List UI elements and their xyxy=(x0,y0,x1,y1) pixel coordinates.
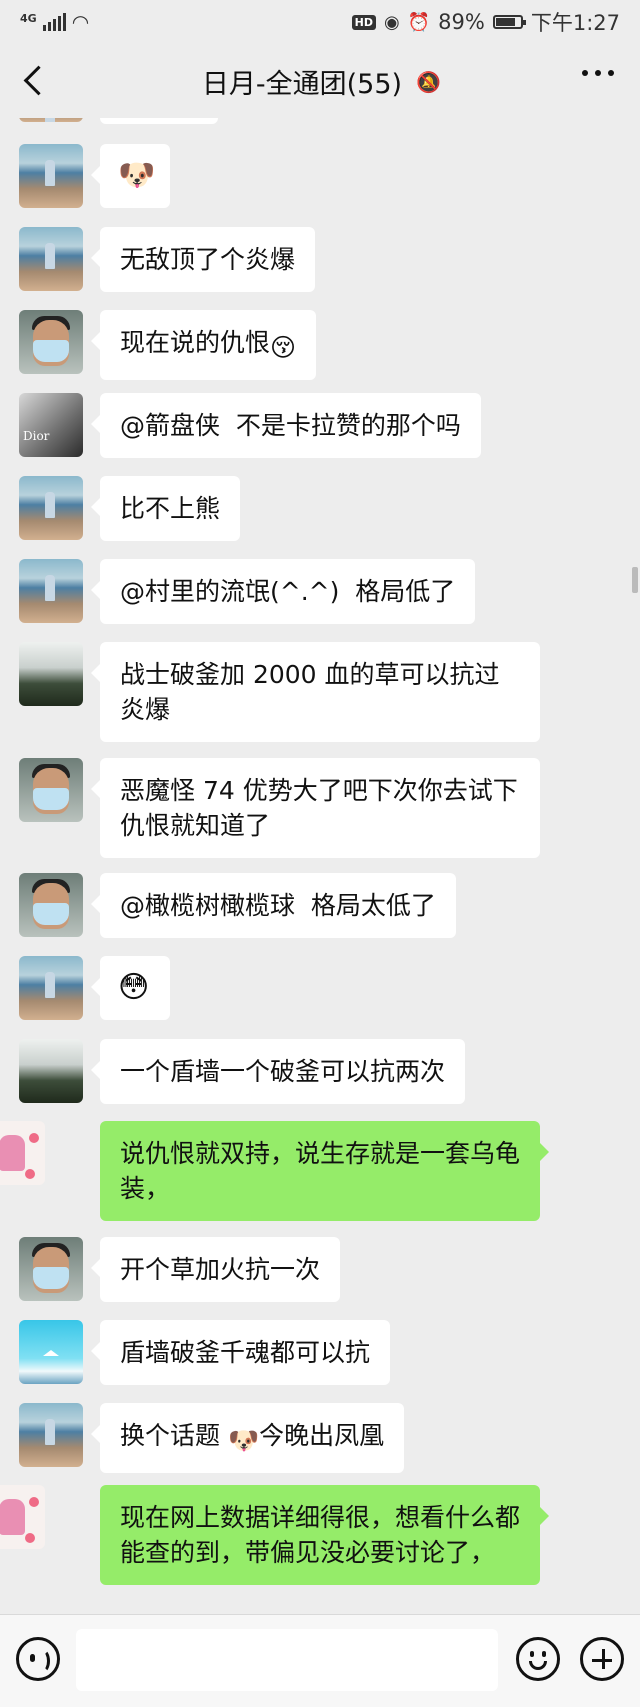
voice-icon[interactable] xyxy=(16,1637,60,1681)
message-text: 换个话题 xyxy=(120,1421,228,1450)
emoji-icon[interactable] xyxy=(516,1637,560,1681)
message-row: 盾墙破釜千魂都可以抗 xyxy=(0,1320,640,1385)
avatar xyxy=(19,118,83,122)
message-text: 战士破釜加 2000 血的草可以抗过炎爆 xyxy=(120,660,500,724)
avatar[interactable] xyxy=(19,758,83,822)
wifi-icon: ◠ xyxy=(71,10,90,34)
message-input[interactable] xyxy=(76,1629,498,1691)
message-list[interactable]: 🐶 无敌顶了个炎爆 现在说的仇恨😚 Dior @箭盘侠 不是卡拉赞的那个吗 比不… xyxy=(0,118,640,1614)
mute-bell-icon: 🔕 xyxy=(416,70,441,94)
message-row: 说仇恨就双持，说生存就是一套乌龟装， xyxy=(0,1121,640,1221)
avatar[interactable] xyxy=(19,1320,83,1384)
message-row: 现在网上数据详细得很，想看什么都能查的到，带偏见没必要讨论了， xyxy=(0,1485,640,1585)
scrollbar[interactable] xyxy=(632,567,638,593)
message-row: 比不上熊 xyxy=(0,476,640,541)
message-text: 恶魔怪 74 优势大了吧下次你去试下仇恨就知道了 xyxy=(120,776,518,840)
eye-icon: ◉ xyxy=(384,11,400,33)
avatar[interactable] xyxy=(19,559,83,623)
message-text: 开个草加火抗一次 xyxy=(120,1255,321,1284)
message-row: 现在说的仇恨😚 xyxy=(0,310,640,380)
message-text: 现在网上数据详细得很，想看什么都能查的到，带偏见没必要讨论了， xyxy=(120,1503,521,1567)
message-text: 现在说的仇恨 xyxy=(120,328,271,357)
hd-badge: HD xyxy=(351,14,376,30)
message-row: @村里的流氓(^.^) 格局低了 xyxy=(0,559,640,624)
avatar[interactable] xyxy=(0,1485,45,1549)
battery-fill xyxy=(495,18,516,26)
alarm-icon: ⏰ xyxy=(407,11,431,33)
message-text: 比不上熊 xyxy=(120,494,221,523)
back-icon[interactable] xyxy=(18,62,54,98)
avatar[interactable] xyxy=(0,1121,45,1185)
avatar[interactable] xyxy=(19,1039,83,1103)
signal-icon xyxy=(42,13,66,31)
doge-emoji-icon: 🐶 xyxy=(118,158,156,193)
avatar[interactable] xyxy=(19,1237,83,1301)
message-text: 盾墙破釜千魂都可以抗 xyxy=(120,1338,371,1367)
more-options-icon[interactable] xyxy=(582,70,614,76)
avatar[interactable] xyxy=(19,310,83,374)
message-bubble[interactable]: 🐶 xyxy=(91,144,170,208)
message-bubble[interactable]: @村里的流氓(^.^) 格局低了 xyxy=(90,559,476,624)
message-bubble[interactable]: 😳 xyxy=(91,956,170,1020)
avatar[interactable] xyxy=(19,227,83,291)
battery-icon xyxy=(492,15,526,29)
plus-icon[interactable] xyxy=(580,1637,624,1681)
message-text: 一个盾墙一个破釜可以抗两次 xyxy=(120,1057,446,1086)
battery-percent: 89% xyxy=(438,10,485,34)
avatar[interactable] xyxy=(19,1403,83,1467)
network-type: 4G xyxy=(20,12,37,25)
message-row: 🐶 xyxy=(0,144,640,208)
message-row: 恶魔怪 74 优势大了吧下次你去试下仇恨就知道了 xyxy=(0,758,640,858)
message-row: @橄榄树橄榄球 格局太低了 xyxy=(0,873,640,938)
message-bubble[interactable]: 现在说的仇恨😚 xyxy=(90,310,317,380)
message-text: 今晚出凤凰 xyxy=(259,1421,385,1450)
message-row: 换个话题 🐶今晚出凤凰 xyxy=(0,1403,640,1473)
message-text: @村里的流氓(^.^) 格局低了 xyxy=(120,577,456,606)
partial-bubble xyxy=(100,118,218,124)
message-bubble[interactable]: 一个盾墙一个破釜可以抗两次 xyxy=(90,1039,466,1104)
input-bar xyxy=(0,1614,640,1707)
chat-title: 日月-全通团(55) xyxy=(201,68,403,100)
chat-header: 日月-全通团(55) 🔕 xyxy=(0,44,640,118)
avatar[interactable] xyxy=(19,476,83,540)
avatar[interactable] xyxy=(19,956,83,1020)
doge-emoji-icon: 🐶 xyxy=(227,1426,260,1455)
message-text: 说仇恨就双持，说生存就是一套乌龟装， xyxy=(120,1139,521,1203)
blush-face-emoji-icon: 😳 xyxy=(118,970,150,1005)
status-bar: 4G ◠ HD ◉ ⏰ 89% 下午1:27 xyxy=(0,0,640,44)
message-row: 开个草加火抗一次 xyxy=(0,1237,640,1302)
message-bubble[interactable]: 比不上熊 xyxy=(90,476,241,541)
message-row: Dior @箭盘侠 不是卡拉赞的那个吗 xyxy=(0,393,640,458)
avatar[interactable] xyxy=(19,144,83,208)
message-bubble[interactable]: 现在网上数据详细得很，想看什么都能查的到，带偏见没必要讨论了， xyxy=(100,1485,549,1585)
message-text: @橄榄树橄榄球 格局太低了 xyxy=(120,891,436,920)
message-bubble[interactable]: 说仇恨就双持，说生存就是一套乌龟装， xyxy=(100,1121,549,1221)
message-bubble[interactable]: 开个草加火抗一次 xyxy=(90,1237,341,1302)
avatar[interactable] xyxy=(19,642,83,706)
avatar[interactable]: Dior xyxy=(19,393,83,457)
message-text: @箭盘侠 不是卡拉赞的那个吗 xyxy=(120,411,461,440)
message-bubble[interactable]: @橄榄树橄榄球 格局太低了 xyxy=(91,873,456,938)
kissing-face-emoji-icon: 😚 xyxy=(270,333,297,362)
message-text: 无敌顶了个炎爆 xyxy=(120,245,296,274)
message-row: 😳 xyxy=(0,956,640,1020)
message-row: 无敌顶了个炎爆 xyxy=(0,227,640,292)
message-bubble[interactable]: 盾墙破釜千魂都可以抗 xyxy=(90,1320,391,1385)
avatar[interactable] xyxy=(19,873,83,937)
clock: 下午1:27 xyxy=(530,11,620,35)
message-bubble[interactable]: 战士破釜加 2000 血的草可以抗过炎爆 xyxy=(91,642,540,742)
message-bubble[interactable]: 恶魔怪 74 优势大了吧下次你去试下仇恨就知道了 xyxy=(91,758,540,858)
message-bubble[interactable]: 无敌顶了个炎爆 xyxy=(90,227,316,292)
message-bubble[interactable]: @箭盘侠 不是卡拉赞的那个吗 xyxy=(91,393,481,458)
message-bubble[interactable]: 换个话题 🐶今晚出凤凰 xyxy=(90,1403,405,1473)
